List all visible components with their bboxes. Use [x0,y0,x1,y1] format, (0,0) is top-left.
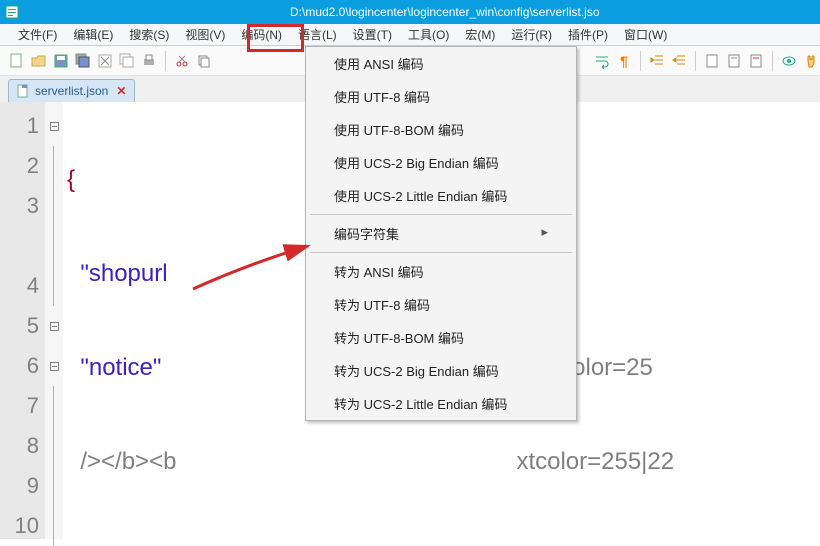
saveall-icon[interactable] [74,52,92,70]
menu-macro[interactable]: 宏(M) [457,23,503,46]
line-number: 4 [0,266,45,306]
para-icon[interactable]: ¶ [615,52,633,70]
toolbar-sep-3 [695,51,696,71]
save-icon[interactable] [52,52,70,70]
line-number: 5 [0,306,45,346]
hand-icon[interactable] [802,52,820,70]
dd-use-ansi[interactable]: 使用 ANSI 编码 [306,47,576,80]
print-icon[interactable] [140,52,158,70]
indent-icon[interactable] [648,52,666,70]
chevron-right-icon: ▸ [541,224,548,243]
file-icon [15,83,31,99]
menu-settings[interactable]: 设置(T) [345,23,400,46]
code-token: { [67,166,75,193]
toolbar-sep [165,51,166,71]
code-token: /></b><b [80,448,176,475]
dd-use-ucs2-le[interactable]: 使用 UCS-2 Little Endian 编码 [306,179,576,212]
line-number: 9 [0,466,45,506]
menu-run[interactable]: 运行(R) [503,23,560,46]
line-number: 8 [0,426,45,466]
fold-box-icon[interactable] [50,322,59,331]
line-number: 1 [0,106,45,146]
cut-icon[interactable] [173,52,191,70]
title-bar: D:\mud2.0\logincenter\logincenter_win\co… [0,0,820,24]
code-token: "notice" [80,354,161,381]
doc3-icon[interactable] [747,52,765,70]
menu-search[interactable]: 搜索(S) [121,23,177,46]
doc1-icon[interactable] [703,52,721,70]
dd-to-ucs2-be[interactable]: 转为 UCS-2 Big Endian 编码 [306,354,576,387]
dd-to-utf8[interactable]: 转为 UTF-8 编码 [306,288,576,321]
line-number: 6 [0,346,45,386]
line-number: 10 [0,506,45,546]
menu-view[interactable]: 视图(V) [177,23,233,46]
menu-plugins[interactable]: 插件(P) [560,23,616,46]
menubar: 文件(F) 编辑(E) 搜索(S) 视图(V) 编码(N) 语言(L) 设置(T… [0,24,820,46]
code-token: "shopurl [80,260,167,287]
tab-close-icon[interactable]: ✕ [116,84,126,98]
line-number [0,226,45,266]
tab-serverlist[interactable]: serverlist.json ✕ [8,79,135,102]
toolbar-sep-2 [640,51,641,71]
dd-to-utf8-bom[interactable]: 转为 UTF-8-BOM 编码 [306,321,576,354]
dd-use-utf8-bom[interactable]: 使用 UTF-8-BOM 编码 [306,113,576,146]
tab-label: serverlist.json [35,84,108,98]
close-icon[interactable] [96,52,114,70]
copy-icon[interactable] [195,52,213,70]
menu-window[interactable]: 窗口(W) [616,23,675,46]
menu-encoding[interactable]: 编码(N) [233,23,290,46]
wrap-icon[interactable] [593,52,611,70]
outdent-icon[interactable] [670,52,688,70]
fold-box-icon[interactable] [50,362,59,371]
fold-gutter [45,102,63,539]
line-number-gutter: 1 2 3 4 5 6 7 8 9 10 [0,102,45,539]
dd-to-ucs2-le[interactable]: 转为 UCS-2 Little Endian 编码 [306,387,576,420]
dd-charset[interactable]: 编码字符集▸ [306,217,576,250]
title-path: D:\mud2.0\logincenter\logincenter_win\co… [290,5,600,19]
toolbar-sep-4 [772,51,773,71]
eye-icon[interactable] [780,52,798,70]
dd-to-ansi[interactable]: 转为 ANSI 编码 [306,255,576,288]
new-icon[interactable] [8,52,26,70]
menu-edit[interactable]: 编辑(E) [65,23,121,46]
menu-file[interactable]: 文件(F) [10,23,65,46]
line-number: 3 [0,186,45,226]
doc2-icon[interactable] [725,52,743,70]
dd-use-ucs2-be[interactable]: 使用 UCS-2 Big Endian 编码 [306,146,576,179]
open-icon[interactable] [30,52,48,70]
closeall-icon[interactable] [118,52,136,70]
code-token: xtcolor=255|22 [516,448,674,475]
line-number: 7 [0,386,45,426]
app-icon [4,4,20,20]
dd-use-utf8[interactable]: 使用 UTF-8 编码 [306,80,576,113]
fold-box-icon[interactable] [50,122,59,131]
menu-language[interactable]: 语言(L) [290,23,345,46]
encoding-dropdown: 使用 ANSI 编码 使用 UTF-8 编码 使用 UTF-8-BOM 编码 使… [305,46,577,421]
line-number: 2 [0,146,45,186]
dd-separator [310,252,572,253]
dd-separator [310,214,572,215]
menu-tools[interactable]: 工具(O) [400,23,457,46]
